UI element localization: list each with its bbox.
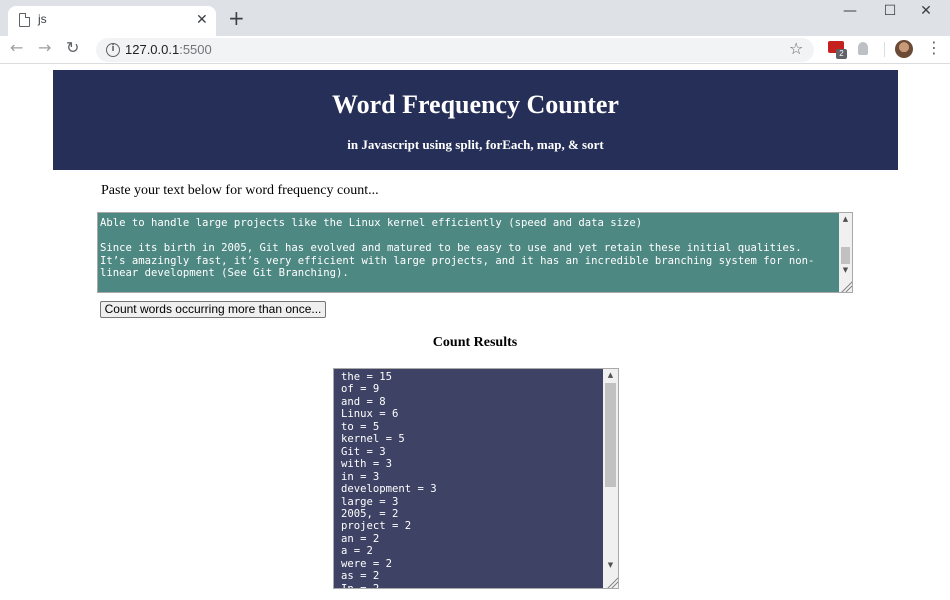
scroll-up-icon[interactable]: ▲ [603, 369, 618, 382]
text-input-area[interactable]: Able to handle large projects like the L… [97, 212, 853, 293]
tab-title: js [38, 12, 47, 26]
resize-handle[interactable] [840, 280, 852, 292]
result-item: were = 2 [341, 557, 393, 570]
result-item: to = 5 [341, 420, 380, 433]
result-item: 2005, = 2 [341, 507, 399, 520]
result-item: kernel = 5 [341, 433, 405, 446]
result-item: an = 2 [341, 532, 380, 545]
input-text[interactable]: Able to handle large projects like the L… [100, 213, 830, 279]
scroll-thumb[interactable] [605, 383, 616, 487]
extension-icon-2[interactable] [858, 42, 868, 55]
results-scrollbar[interactable]: ▲ ▼ [603, 369, 618, 588]
count-words-button[interactable]: Count words occurring more than once... [100, 301, 326, 318]
result-item: large = 3 [341, 495, 399, 508]
maximize-button[interactable]: ☐ [870, 2, 910, 20]
result-item: a = 2 [341, 545, 373, 558]
close-tab-icon[interactable]: ✕ [196, 11, 208, 29]
resize-handle[interactable] [606, 576, 618, 588]
url-text[interactable]: 127.0.0.1:5500 [125, 42, 212, 57]
browser-tab[interactable]: js ✕ [8, 6, 216, 36]
result-item: Git = 3 [341, 445, 386, 458]
new-tab-button[interactable]: + [228, 7, 245, 29]
scroll-thumb[interactable] [841, 247, 850, 264]
page-header: Word Frequency Counter in Javascript usi… [53, 70, 898, 170]
scroll-down-icon[interactable]: ▼ [839, 264, 852, 277]
star-icon[interactable]: ☆ [789, 39, 803, 59]
result-item: the = 15 [341, 371, 393, 383]
page-subtitle: in Javascript using split, forEach, map,… [347, 137, 604, 152]
tab-strip: js ✕ + — ☐ ✕ [0, 0, 950, 36]
results-area[interactable]: the = 15 of = 9 and = 8 Linux = 6 to = 5 kern… [333, 368, 619, 589]
result-item: project = 2 [341, 520, 412, 533]
result-item: with = 3 [341, 458, 393, 471]
toolbar-divider [884, 42, 885, 57]
forward-arrow-icon[interactable]: → [38, 38, 51, 58]
result-item: development = 3 [341, 483, 437, 496]
avatar[interactable] [895, 40, 913, 58]
reload-icon[interactable]: ↻ [66, 38, 79, 58]
close-window-button[interactable]: ✕ [906, 2, 946, 20]
back-arrow-icon[interactable]: ← [10, 38, 23, 58]
scroll-up-icon[interactable]: ▲ [839, 213, 852, 226]
results-list: the = 15 of = 9 and = 8 Linux = 6 to = 5 kern… [341, 371, 437, 589]
minimize-button[interactable]: — [830, 2, 870, 20]
result-item: and = 8 [341, 395, 386, 408]
document-icon [19, 12, 31, 27]
input-prompt: Paste your text below for word frequency… [101, 183, 379, 198]
results-heading: Count Results [432, 335, 518, 350]
result-item: Linux = 6 [341, 408, 399, 421]
result-item: as = 2 [341, 570, 380, 583]
scroll-down-icon[interactable]: ▼ [603, 559, 618, 572]
extension-badge: 2 [836, 49, 847, 59]
address-bar[interactable]: i 127.0.0.1:5500 ☆ [96, 38, 814, 62]
browser-toolbar: ← → ↻ i 127.0.0.1:5500 ☆ [0, 36, 950, 64]
page-title: Word Frequency Counter [332, 90, 619, 119]
menu-icon[interactable]: ⋮ [926, 38, 942, 58]
result-item: in = 3 [341, 470, 380, 483]
info-icon[interactable]: i [106, 43, 120, 57]
result-item: In = 2 [341, 582, 380, 589]
result-item: of = 9 [341, 383, 380, 396]
